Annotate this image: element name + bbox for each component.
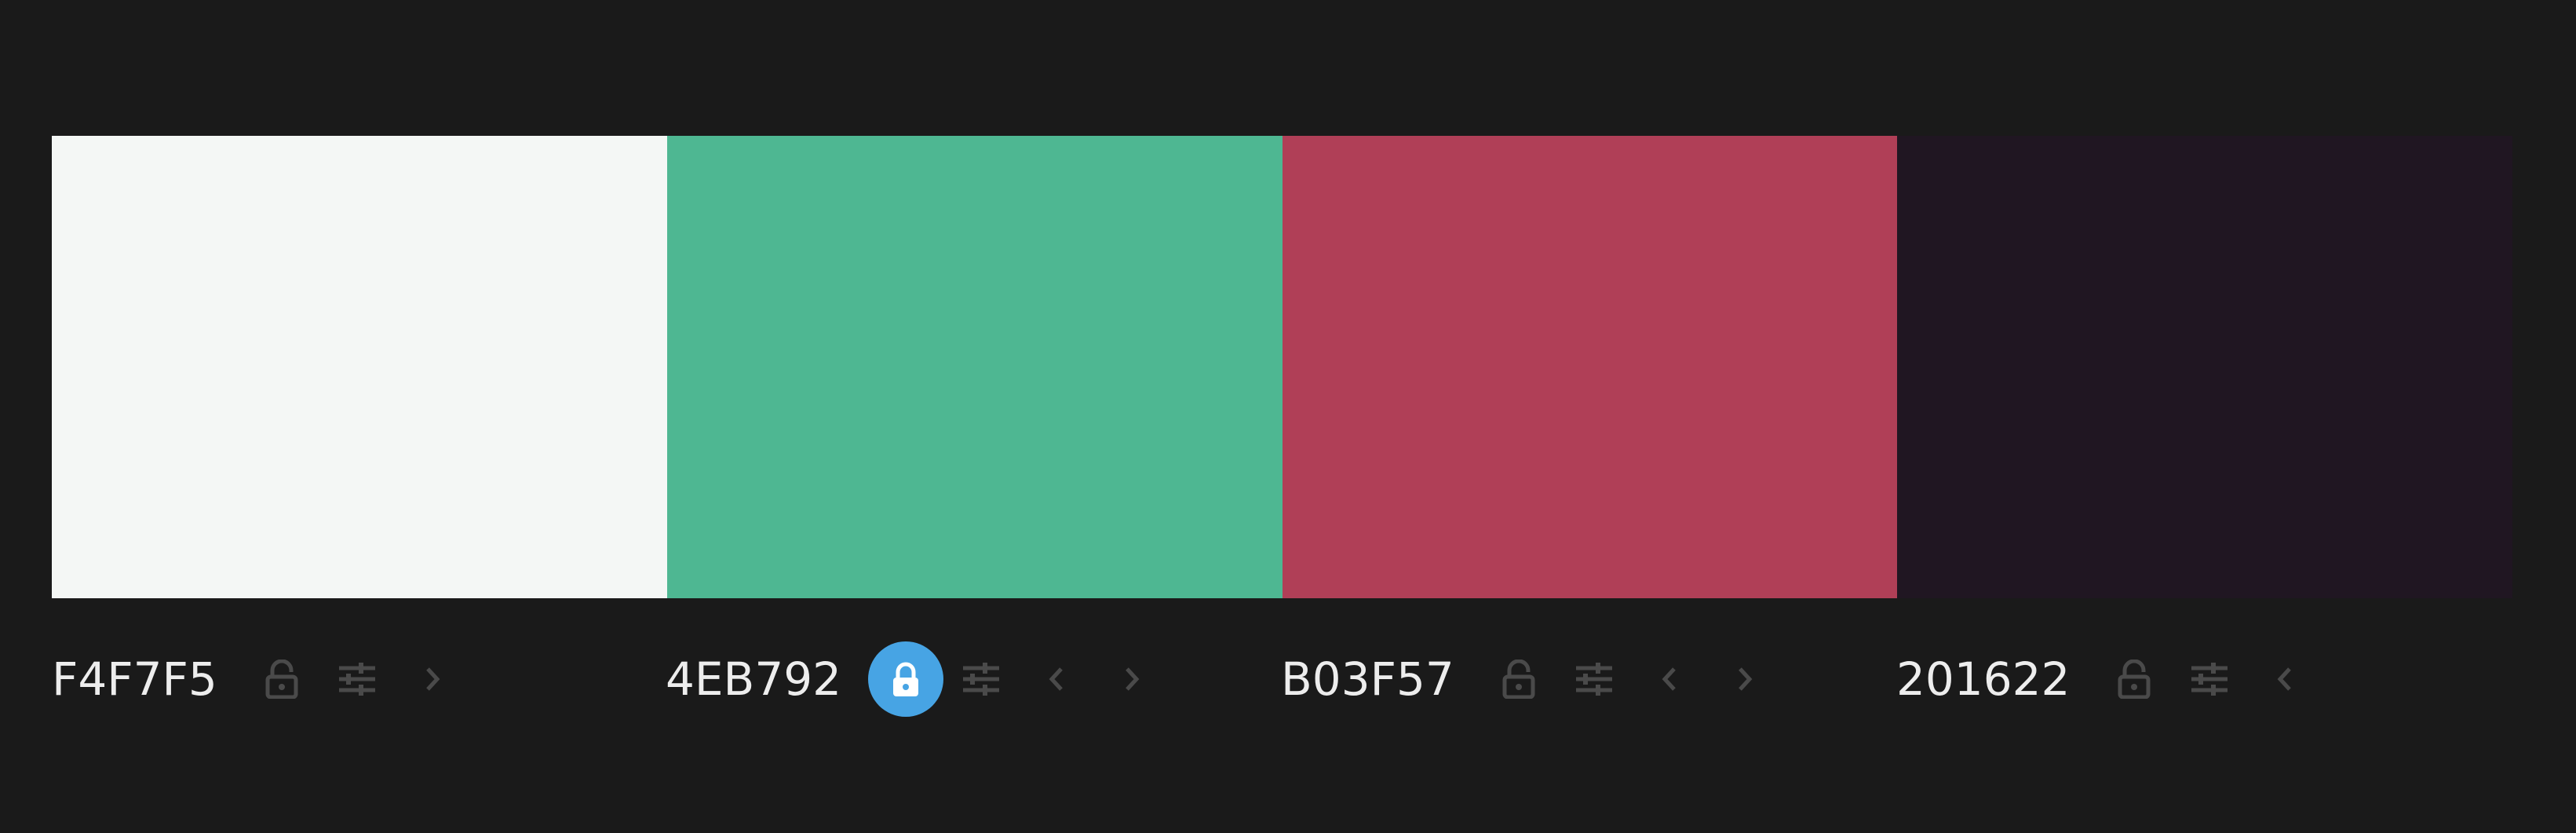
chevron-right-icon[interactable]: [1707, 641, 1782, 717]
lock-icon[interactable]: [2096, 641, 2172, 717]
palette-strip: [52, 136, 2512, 598]
color-swatch-3[interactable]: [1282, 136, 1898, 598]
adjust-icon[interactable]: [943, 641, 1019, 717]
hex-label[interactable]: 4EB792: [666, 656, 841, 702]
color-info-2: 4EB792: [666, 641, 1169, 717]
hex-label[interactable]: B03F57: [1281, 656, 1454, 702]
color-swatch-4[interactable]: [1897, 136, 2512, 598]
color-info-1: F4F7F5: [52, 644, 470, 714]
color-info-3: B03F57: [1281, 644, 1782, 714]
chevron-left-icon[interactable]: [1632, 641, 1707, 717]
hex-label[interactable]: 201622: [1896, 656, 2070, 702]
lock-icon[interactable]: [1481, 641, 1556, 717]
adjust-icon[interactable]: [319, 641, 395, 717]
chevron-left-icon[interactable]: [2247, 641, 2322, 717]
color-swatch-1[interactable]: [52, 136, 667, 598]
color-info-4: 201622: [1896, 644, 2322, 714]
chevron-left-icon[interactable]: [1019, 641, 1094, 717]
color-swatch-2[interactable]: [666, 136, 1283, 598]
chevron-right-icon[interactable]: [395, 641, 470, 717]
adjust-icon[interactable]: [1556, 641, 1632, 717]
adjust-icon[interactable]: [2172, 641, 2247, 717]
hex-label[interactable]: F4F7F5: [52, 656, 217, 702]
lock-icon[interactable]: [868, 641, 944, 717]
chevron-right-icon[interactable]: [1094, 641, 1169, 717]
lock-icon[interactable]: [244, 641, 319, 717]
